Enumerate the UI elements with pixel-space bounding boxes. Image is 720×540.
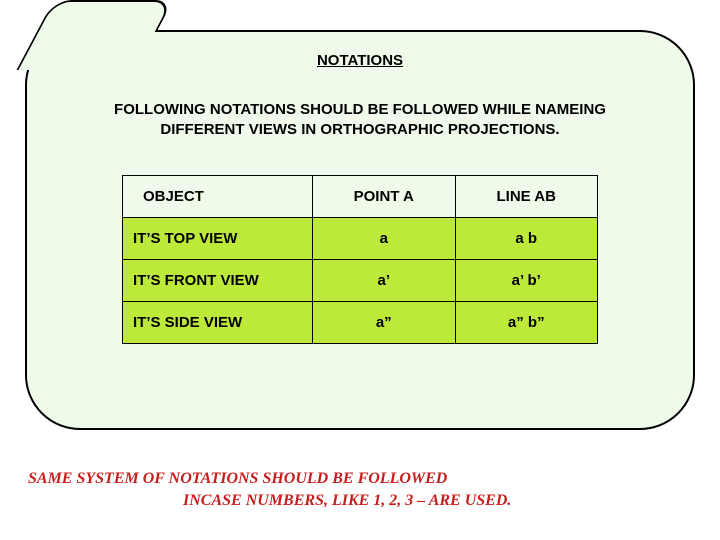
header-point: POINT A bbox=[313, 176, 456, 218]
row-label: IT’S TOP VIEW bbox=[123, 218, 313, 260]
row-label: IT’S FRONT VIEW bbox=[123, 260, 313, 302]
subtitle: FOLLOWING NOTATIONS SHOULD BE FOLLOWED W… bbox=[0, 100, 720, 141]
row-label: IT’S SIDE VIEW bbox=[123, 302, 313, 344]
row-point: a’ bbox=[313, 260, 456, 302]
subtitle-line-2: DIFFERENT VIEWS IN ORTHOGRAPHIC PROJECTI… bbox=[160, 121, 559, 138]
header-line: LINE AB bbox=[455, 176, 598, 218]
footer-note: SAME SYSTEM OF NOTATIONS SHOULD BE FOLLO… bbox=[28, 468, 708, 511]
table-row: IT’S FRONT VIEW a’ a’ b’ bbox=[123, 260, 598, 302]
subtitle-line-1: FOLLOWING NOTATIONS SHOULD BE FOLLOWED W… bbox=[114, 101, 606, 118]
notations-table: OBJECT POINT A LINE AB IT’S TOP VIEW a a… bbox=[122, 175, 598, 344]
footer-line-2: INCASE NUMBERS, LIKE 1, 2, 3 – ARE USED. bbox=[28, 490, 708, 512]
row-point: a” bbox=[313, 302, 456, 344]
footer-line-1: SAME SYSTEM OF NOTATIONS SHOULD BE FOLLO… bbox=[28, 470, 447, 487]
row-line: a’ b’ bbox=[455, 260, 598, 302]
header-object: OBJECT bbox=[123, 176, 313, 218]
table-row: IT’S TOP VIEW a a b bbox=[123, 218, 598, 260]
row-point: a bbox=[313, 218, 456, 260]
row-line: a” b” bbox=[455, 302, 598, 344]
row-line: a b bbox=[455, 218, 598, 260]
page-title: NOTATIONS bbox=[0, 52, 720, 69]
table-header-row: OBJECT POINT A LINE AB bbox=[123, 176, 598, 218]
table-row: IT’S SIDE VIEW a” a” b” bbox=[123, 302, 598, 344]
